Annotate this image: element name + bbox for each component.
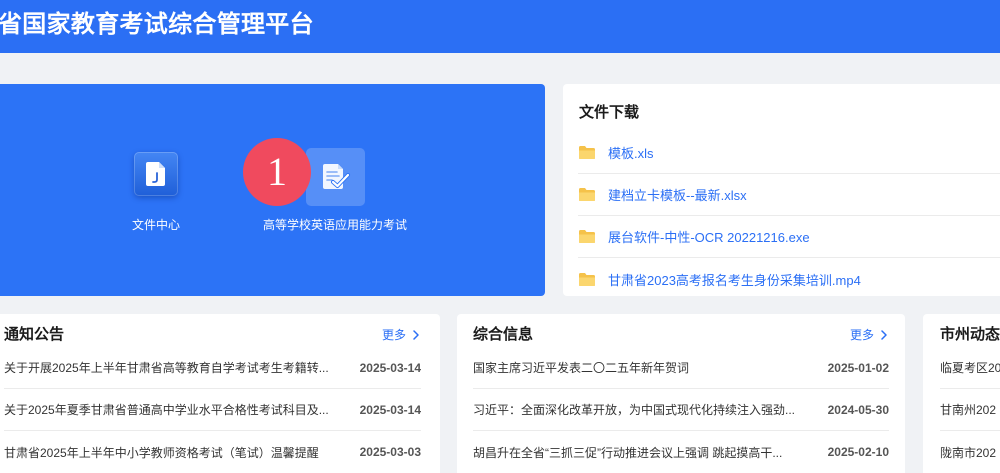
list-item-title: 习近平：全面深化改革开放，为中国式现代化持续注入强劲...	[473, 403, 796, 417]
list-item-title: 临夏考区20	[940, 361, 1000, 375]
file-icon	[146, 162, 165, 186]
list-item-date: 2025-01-02	[827, 360, 889, 375]
list-item-title: 甘南州202	[940, 403, 997, 417]
chevron-right-icon	[413, 330, 419, 340]
list-item[interactable]: 国家主席习近平发表二〇二五年新年贺词 2025-01-02	[473, 347, 889, 389]
notices-more-link[interactable]: 更多	[382, 326, 420, 344]
list-item-title: 关于2025年夏季甘肃省普通高中学业水平合格性考试科目及...	[4, 403, 329, 417]
notices-card: 通知公告 更多 关于开展2025年上半年甘肃省高等教育自学考试考生考籍转... …	[0, 314, 440, 473]
file-center-label: 文件中心	[131, 218, 180, 232]
list-item[interactable]: 习近平：全面深化改革开放，为中国式现代化持续注入强劲... 2024-05-30	[473, 389, 889, 431]
list-item[interactable]: 临夏考区20	[940, 347, 1000, 389]
english-exam-label: 高等学校英语应用能力考试	[262, 218, 407, 232]
list-item[interactable]: 关于开展2025年上半年甘肃省高等教育自学考试考生考籍转... 2025-03-…	[4, 347, 421, 389]
news-card: 综合信息 更多 国家主席习近平发表二〇二五年新年贺词 2025-01-02 习近…	[457, 314, 905, 473]
list-item-title: 陇南市202	[940, 445, 997, 460]
list-item[interactable]: 甘肃省2025年上半年中小学教师资格考试（笔试）温馨提醒 2025-03-03	[4, 431, 421, 473]
list-item-date: 2024-05-30	[827, 402, 889, 417]
city-news-card: 市州动态 临夏考区20 甘南州202 陇南市202	[923, 314, 1000, 473]
download-item-name: 甘肃省2023高考报名考生身份采集培训.mp4	[608, 272, 861, 288]
download-item-name: 展台软件-中性-OCR 20221216.exe	[608, 230, 810, 245]
notices-title: 通知公告	[4, 326, 65, 343]
chevron-right-icon	[881, 330, 887, 340]
document-check-icon	[323, 164, 350, 189]
news-list: 国家主席习近平发表二〇二五年新年贺词 2025-01-02 习近平：全面深化改革…	[473, 347, 889, 473]
folder-icon	[579, 188, 595, 201]
step-number-badge: 1	[243, 138, 311, 206]
quick-links-panel: 文件中心 高等学校英语应用能力考试 1	[0, 84, 545, 296]
list-item-title: 国家主席习近平发表二〇二五年新年贺词	[473, 361, 690, 375]
list-item[interactable]: 甘南州202	[940, 389, 1000, 431]
city-news-title: 市州动态	[940, 326, 1000, 343]
download-item[interactable]: 甘肃省2023高考报名考生身份采集培训.mp4	[578, 258, 1000, 296]
folder-icon	[579, 146, 595, 159]
city-news-list: 临夏考区20 甘南州202 陇南市202	[940, 347, 1000, 473]
top-header: 省国家教育考试综合管理平台	[0, 0, 1000, 53]
download-item-name: 建档立卡模板--最新.xlsx	[608, 188, 747, 203]
file-downloads-card: 文件下载 模板.xls 建档立卡模板--最新.xlsx 展台软件-中性-OCR …	[563, 84, 1000, 296]
downloads-title: 文件下载	[579, 104, 640, 121]
news-title: 综合信息	[473, 326, 534, 343]
folder-icon	[579, 230, 595, 243]
list-item[interactable]: 胡昌升在全省“三抓三促”行动推进会议上强调 跳起摸高干... 2025-02-1…	[473, 431, 889, 473]
download-item[interactable]: 建档立卡模板--最新.xlsx	[578, 174, 1000, 216]
more-label: 更多	[849, 328, 874, 342]
list-item-date: 2025-03-14	[359, 360, 421, 375]
list-item-title: 甘肃省2025年上半年中小学教师资格考试（笔试）温馨提醒	[4, 445, 319, 460]
file-center-tile	[134, 152, 178, 196]
english-exam-tile	[305, 148, 365, 206]
list-item-title: 关于开展2025年上半年甘肃省高等教育自学考试考生考籍转...	[4, 361, 329, 375]
platform-title: 省国家教育考试综合管理平台	[0, 11, 314, 38]
list-item[interactable]: 关于2025年夏季甘肃省普通高中学业水平合格性考试科目及... 2025-03-…	[4, 389, 421, 431]
download-item[interactable]: 展台软件-中性-OCR 20221216.exe	[578, 216, 1000, 258]
download-item[interactable]: 模板.xls	[578, 132, 1000, 174]
news-more-link[interactable]: 更多	[850, 326, 888, 344]
quick-link-file-center[interactable]: 文件中心	[106, 152, 206, 233]
list-item-date: 2025-03-03	[359, 445, 421, 459]
more-label: 更多	[381, 328, 406, 342]
downloads-list: 模板.xls 建档立卡模板--最新.xlsx 展台软件-中性-OCR 20221…	[578, 132, 1000, 296]
notices-list: 关于开展2025年上半年甘肃省高等教育自学考试考生考籍转... 2025-03-…	[4, 347, 421, 473]
list-item[interactable]: 陇南市202	[940, 431, 1000, 473]
list-item-date: 2025-02-10	[827, 445, 889, 459]
list-item-date: 2025-03-14	[359, 402, 421, 417]
folder-icon	[579, 272, 595, 286]
download-item-name: 模板.xls	[608, 146, 654, 161]
list-item-title: 胡昌升在全省“三抓三促”行动推进会议上强调 跳起摸高干...	[473, 445, 783, 460]
